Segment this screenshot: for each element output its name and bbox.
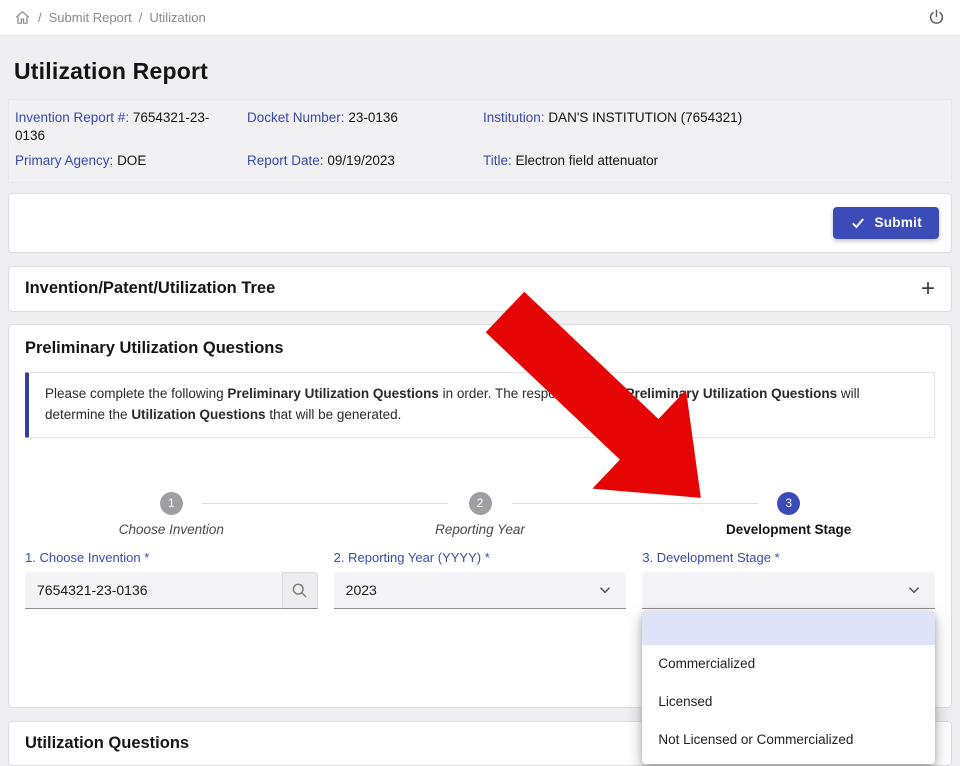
utilization-report-page: / Submit Report / Utilization Utilizatio… — [0, 0, 960, 766]
reporting-year-value: 2023 — [346, 582, 377, 598]
main-content: Utilization Report Invention Report #: 7… — [0, 36, 960, 766]
info-primary-agency: Primary Agency: DOE — [15, 152, 247, 170]
choose-invention-field-label: 1. Choose Invention * — [25, 550, 318, 565]
step-2-circle: 2 — [469, 492, 492, 515]
power-icon — [927, 8, 946, 27]
step-3-label: Development Stage — [726, 522, 851, 537]
instructions-notice: Please complete the following Preliminar… — [25, 372, 935, 438]
development-stage-select[interactable] — [642, 572, 935, 609]
preliminary-section-title: Preliminary Utilization Questions — [25, 339, 935, 358]
invention-search-button[interactable] — [282, 572, 318, 609]
logout-power-button[interactable] — [927, 8, 946, 27]
utilization-section-title: Utilization Questions — [25, 734, 189, 752]
stage-option-not-licensed[interactable]: Not Licensed or Commercialized — [642, 721, 935, 759]
info-institution: Institution: DAN'S INSTITUTION (7654321) — [483, 109, 945, 127]
stage-option-licensed[interactable]: Licensed — [642, 683, 935, 721]
chevron-down-icon — [596, 581, 614, 599]
breadcrumb-item-submit-report[interactable]: Submit Report — [49, 10, 132, 25]
reporting-year-select[interactable]: 2023 — [334, 572, 627, 609]
breadcrumb-item-utilization: Utilization — [149, 10, 205, 25]
stage-option-blank[interactable] — [642, 611, 935, 645]
home-icon[interactable] — [14, 9, 31, 26]
development-stage-field-label: 3. Development Stage * — [642, 550, 935, 565]
breadcrumb: / Submit Report / Utilization — [0, 0, 960, 36]
stage-option-commercialized[interactable]: Commercialized — [642, 645, 935, 683]
submit-button[interactable]: Submit — [833, 207, 939, 239]
info-title: Title: Electron field attenuator — [483, 152, 945, 170]
development-stage-dropdown-menu: Commercialized Licensed Not Licensed or … — [642, 611, 935, 764]
preliminary-utilization-questions-section: Preliminary Utilization Questions Please… — [8, 324, 952, 708]
invention-info-bar: Invention Report #: 7654321-23-0136 Dock… — [8, 99, 952, 183]
breadcrumb-separator: / — [38, 10, 42, 25]
info-report-date: Report Date: 09/19/2023 — [247, 152, 483, 170]
tree-section-title: Invention/Patent/Utilization Tree — [25, 279, 275, 298]
search-icon — [290, 581, 309, 600]
step-reporting-year: 2 Reporting Year 2. Reporting Year (YYYY… — [334, 492, 627, 609]
step-3-circle: 3 — [777, 492, 800, 515]
stepper: 1 Choose Invention 1. Choose Invention * — [25, 492, 935, 609]
breadcrumb-separator: / — [139, 10, 143, 25]
page-title: Utilization Report — [14, 58, 946, 85]
chevron-down-icon — [905, 581, 923, 599]
expand-plus-icon[interactable]: + — [921, 277, 935, 301]
step-choose-invention: 1 Choose Invention 1. Choose Invention * — [25, 492, 318, 609]
choose-invention-input[interactable] — [25, 572, 282, 609]
invention-patent-utilization-tree-section[interactable]: Invention/Patent/Utilization Tree + — [8, 266, 952, 312]
step-2-label: Reporting Year — [435, 522, 525, 537]
step-1-circle: 1 — [160, 492, 183, 515]
submit-toolbar: Submit — [8, 193, 952, 253]
info-docket-number: Docket Number: 23-0136 — [247, 109, 483, 127]
step-1-label: Choose Invention — [119, 522, 224, 537]
check-icon — [850, 215, 866, 231]
step-development-stage: 3 Development Stage 3. Development Stage… — [642, 492, 935, 609]
reporting-year-field-label: 2. Reporting Year (YYYY) * — [334, 550, 627, 565]
info-invention-report-number: Invention Report #: 7654321-23-0136 — [15, 109, 247, 145]
